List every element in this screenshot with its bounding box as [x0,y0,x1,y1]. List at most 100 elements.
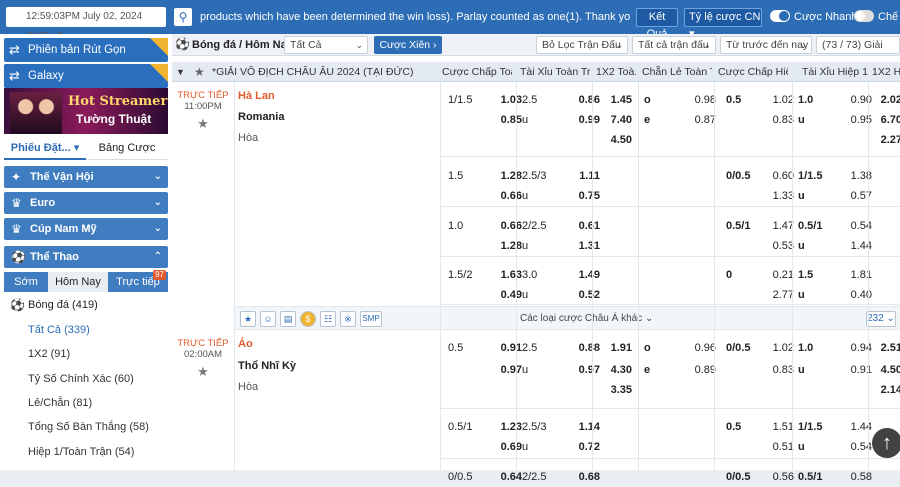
other-bets-link[interactable]: Các loại cược Châu Á khác ⌄ [520,307,653,331]
pitch-icon[interactable]: ☷ [320,311,336,327]
odds-value[interactable]: e [644,110,674,130]
odds-value[interactable]: 0.72 [570,437,600,457]
odds-value[interactable]: 0.99 [570,110,600,130]
odds-value[interactable]: 0/0.5 [726,467,764,487]
stats-board-icon[interactable]: ▤ [280,311,296,327]
odds-value[interactable]: 0.68 [570,467,600,487]
odds-value[interactable]: u [798,110,838,130]
odds-type-select[interactable]: Tỷ lệ cược CN ▾ [684,8,762,40]
odds-value[interactable]: 0.5 [726,417,764,437]
odds-value[interactable]: 1.23 [492,417,522,437]
mode-toggle[interactable] [854,10,874,22]
streamer-banner[interactable]: Hot Streamer Tường Thuật [4,88,168,134]
odds-value[interactable]: 2.02 [878,90,900,110]
market-ht-ft[interactable]: Hiệp 1/Toàn Trận (54) [4,440,168,464]
odds-value[interactable]: 1.03 [492,90,522,110]
odds-value[interactable]: 1.28 [492,166,522,186]
odds-value[interactable]: 1.14 [570,417,600,437]
odds-value[interactable]: 0.85 [492,110,522,130]
odds-value[interactable]: 4.50 [878,360,900,380]
match-filter-select[interactable]: Tất cả trận đấu ⌄ [632,36,716,54]
odds-value[interactable]: u [798,186,838,206]
tab-today[interactable]: Hôm Nay [48,272,108,292]
market-all[interactable]: Tất Cả (339) [4,318,168,342]
lite-version-button[interactable]: ⇄ Phiên bản Rút Gọn [4,38,168,62]
league-filter-select[interactable]: Bỏ Lọc Trận Đấu ⌄ [536,36,628,54]
odds-value[interactable]: 1.0 [798,90,838,110]
odds-value[interactable]: 0.66 [492,186,522,206]
odds-value[interactable]: 2.27 [878,130,900,150]
odds-value[interactable]: 0.75 [570,186,600,206]
odds-value[interactable]: 0.52 [570,285,600,305]
odds-value[interactable]: u [798,437,838,457]
market-odd-even[interactable]: Lẻ/Chẵn (81) [4,391,168,415]
tab-live[interactable]: Trực tiếp 97 [108,270,168,292]
odds-value[interactable]: 0.5/1 [798,216,838,236]
category-sports[interactable]: ⚽ Thể Thao ⌃ [4,246,168,268]
odds-value[interactable]: 0/0.5 [726,338,764,358]
sort-select[interactable]: Từ trước đến nay ⌄ [720,36,812,54]
odds-value[interactable]: 0.69 [492,437,522,457]
league-count-select[interactable]: (73 / 73) Giải [816,36,900,54]
star-icon[interactable]: ★ [194,62,205,82]
odds-value[interactable]: 1.28 [492,236,522,256]
sport-football[interactable]: ⚽ Bóng đá (419) [4,293,168,317]
market-select[interactable]: Tất Cả ⌄ [284,36,368,54]
parlay-button[interactable]: Cược Xiên › [374,36,442,54]
tab-betslip[interactable]: Phiếu Đặt... ▾ [4,136,86,160]
odds-value[interactable]: 4.30 [598,360,632,380]
odds-value[interactable]: 1/1.5 [798,166,838,186]
odds-value[interactable]: 2.14 [878,380,900,400]
market-1x2[interactable]: 1X2 (91) [4,342,168,366]
market-total-goals[interactable]: Tổng Số Bàn Thắng (58) [4,415,168,439]
odds-value[interactable]: 0.66 [492,216,522,236]
category-euro[interactable]: ♛ Euro ⌄ [4,192,168,214]
odds-value[interactable]: o [644,90,674,110]
odds-value[interactable]: 2.51 [878,338,900,358]
shirt-icon[interactable]: ☺ [260,311,276,327]
category-copa[interactable]: ♛ Cúp Nam Mỹ ⌄ [4,218,168,240]
odds-value[interactable]: 1/1.5 [798,417,838,437]
odds-value[interactable]: 0.49 [492,285,522,305]
odds-value[interactable]: u [798,236,838,256]
odds-value[interactable]: 0.86 [570,90,600,110]
more-markets-button[interactable]: 232 ⌄ [866,311,896,327]
odds-value[interactable]: 0.5 [726,90,764,110]
odds-value[interactable]: 1.49 [570,265,600,285]
odds-value[interactable]: 0/0.5 [726,166,764,186]
coin-icon[interactable]: $ [300,311,316,327]
odds-value[interactable]: 0.61 [570,216,600,236]
galaxy-button[interactable]: ⇄ Galaxy [4,64,168,88]
market-correct-score[interactable]: Tỷ Số Chính Xác (60) [4,367,168,391]
odds-value[interactable]: 1.11 [570,166,600,186]
odds-value[interactable]: e [644,360,674,380]
odds-value[interactable]: o [644,338,674,358]
odds-value[interactable]: 0 [726,265,764,285]
smp-icon[interactable]: SMP [360,311,382,327]
quick-bet-toggle[interactable] [770,10,790,22]
odds-value[interactable]: 4.50 [598,130,632,150]
odds-value[interactable]: 0.88 [570,338,600,358]
odds-value[interactable]: 1.0 [798,338,838,358]
category-olympics[interactable]: ✦ Thế Vận Hội ⌄ [4,166,168,188]
odds-value[interactable]: 1.31 [570,236,600,256]
odds-value[interactable]: 3.35 [598,380,632,400]
scroll-to-top-button[interactable]: ↑ [872,428,900,458]
odds-value[interactable]: 1.45 [598,90,632,110]
favorite-icon[interactable]: ★ [240,311,256,327]
tab-mybets[interactable]: Bảng Cược [86,136,168,160]
odds-value[interactable]: u [798,285,838,305]
collapse-icon[interactable]: ▼ [176,62,185,82]
tab-early[interactable]: Sớm [4,272,48,292]
odds-value[interactable]: 1.5 [798,265,838,285]
results-button[interactable]: Kết Quả [636,8,678,40]
odds-value[interactable]: 0.97 [570,360,600,380]
odds-value[interactable]: 6.70 [878,110,900,130]
odds-value[interactable]: 1.63 [492,265,522,285]
odds-value[interactable]: 0.91 [492,338,522,358]
search-icon[interactable]: ⚲ [174,8,192,26]
odds-value[interactable]: 1.91 [598,338,632,358]
odds-value[interactable]: 7.40 [598,110,632,130]
odds-value[interactable]: 0.5/1 [726,216,764,236]
odds-value[interactable]: 0.64 [492,467,522,487]
